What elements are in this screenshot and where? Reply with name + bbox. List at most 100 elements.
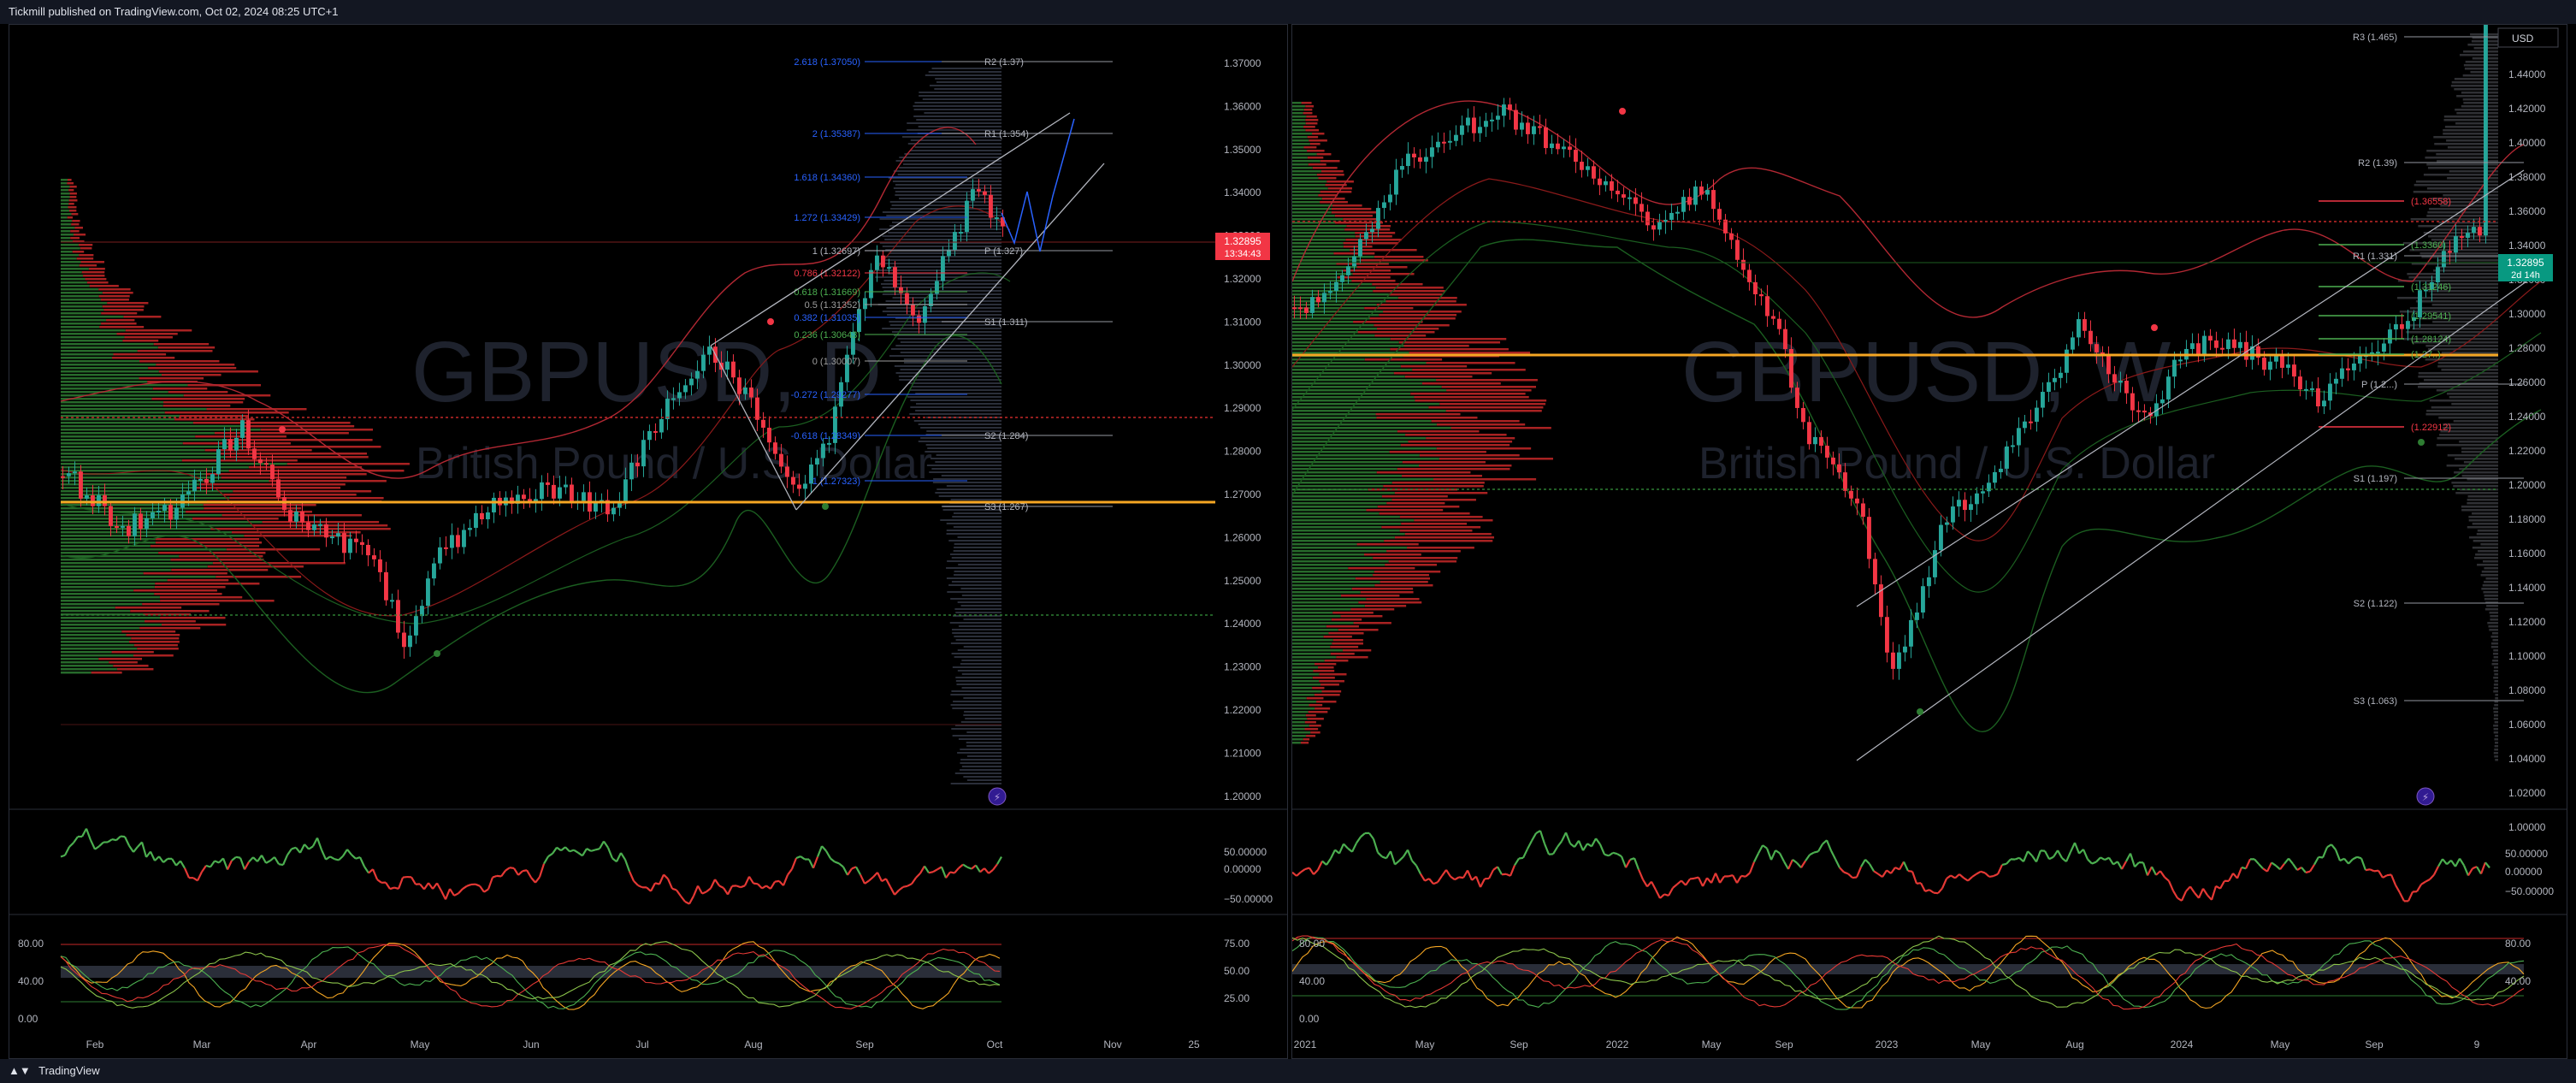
osc-segment [2416, 884, 2422, 892]
volume-bar [1426, 362, 1515, 364]
tradingview-logo-icon[interactable]: ▲▼ [9, 1059, 31, 1083]
osc-segment [376, 879, 382, 884]
volume-bar [78, 244, 93, 246]
volume-bar [929, 471, 1001, 473]
volume-bar [1386, 502, 1445, 505]
osc-segment [1954, 873, 1960, 879]
osc-segment [988, 869, 994, 874]
volume-bar [2461, 105, 2498, 108]
volume-bar [1380, 581, 1428, 583]
osc-segment [2484, 861, 2490, 869]
volume-bar [1292, 636, 1324, 638]
osc-segment [312, 837, 318, 847]
osc-segment [1522, 848, 1528, 859]
volume-bar [1292, 297, 1398, 299]
volume-bar [116, 333, 178, 335]
volume-bar [2485, 577, 2498, 580]
volume-bar [2464, 68, 2498, 70]
osc-segment [1732, 874, 1738, 884]
volume-bar [61, 627, 140, 630]
osc-segment [2035, 849, 2042, 862]
volume-bar [1292, 225, 1347, 228]
osc-segment [1368, 832, 1374, 840]
volume-bar [1419, 465, 1512, 467]
volume-bar [1415, 399, 1547, 402]
volume-bar [2483, 591, 2498, 594]
volume-bar [1292, 482, 1392, 484]
volume-bar [1292, 204, 1332, 207]
volume-bar [1292, 475, 1403, 477]
volume-bar [2487, 622, 2498, 624]
osc-segment [535, 876, 541, 884]
osc-segment [2343, 858, 2349, 865]
volume-bar [1292, 369, 1413, 371]
volume-bar [139, 377, 204, 380]
volume-bar [895, 345, 1001, 346]
candle-body [2310, 388, 2314, 390]
candle-body [1586, 166, 1590, 170]
volume-bar [1292, 393, 1411, 395]
osc-segment [158, 855, 164, 863]
volume-bar [949, 622, 1001, 624]
price-axis-tick: 1.26000 [1224, 531, 1261, 543]
volume-bar [61, 275, 84, 277]
right-price-axis[interactable]: 1.440001.420001.400001.380001.360001.340… [2508, 68, 2546, 833]
osc-segment [1403, 849, 1409, 857]
osc-segment [1317, 861, 1323, 871]
candle-body [2238, 341, 2242, 348]
candle-body [1939, 524, 1943, 551]
volume-bar [893, 170, 1001, 172]
volume-bar [1375, 413, 1461, 416]
left-chart-panel[interactable]: GBPUSD, D British Pound / U.S. Dollar 2.… [9, 24, 1288, 1059]
volume-bar [1292, 577, 1356, 580]
volume-bar [909, 413, 1001, 415]
osc-segment [351, 854, 357, 860]
right-chart-panel[interactable]: GBPUSD, W British Pound / U.S. Dollar R3… [1291, 24, 2567, 1059]
price-axis-tick: 1.18000 [2508, 513, 2546, 525]
osc-segment [1604, 853, 1610, 857]
left-time-axis[interactable]: Feb Mar Apr May Jun Jul Aug Sep Oct Nov 25 [86, 1039, 1200, 1050]
volume-bar [1373, 574, 1429, 577]
volume-bar [2493, 725, 2498, 727]
left-price-axis[interactable]: 1.370001.360001.350001.340001.330001.320… [1224, 57, 1261, 802]
volume-bar [957, 536, 1001, 538]
candle-body [1490, 119, 1494, 121]
volume-bar [1391, 482, 1485, 484]
volume-bar [1292, 413, 1376, 416]
candle-body [1592, 166, 1596, 179]
volume-bar [1330, 646, 1359, 648]
time-axis-tick: Jul [635, 1039, 648, 1050]
osc-segment [2070, 842, 2076, 853]
candle-body [653, 430, 658, 433]
candle-body [2346, 368, 2350, 370]
candle-body [923, 306, 927, 323]
volume-bar [1292, 564, 1385, 566]
volume-bar [966, 731, 1001, 733]
volume-bar [2473, 557, 2498, 559]
osc-segment [2399, 892, 2405, 902]
volume-bar [1318, 666, 1334, 669]
volume-bar [72, 220, 80, 222]
left-chart-svg[interactable]: GBPUSD, D British Pound / U.S. Dollar 2.… [9, 25, 1287, 1058]
candle-body [1634, 197, 1638, 204]
volume-bar [1292, 328, 1378, 330]
footer-brand[interactable]: TradingView [38, 1064, 100, 1077]
volume-bar [2449, 170, 2498, 173]
candle-body [677, 392, 682, 399]
right-time-axis[interactable]: 2021 May Sep 2022 May Sep 2023 May Aug 2024 May Sep… [1294, 1039, 2480, 1050]
volume-bar [231, 531, 361, 534]
volume-bar [2437, 365, 2498, 368]
volume-bar [2493, 714, 2498, 717]
candle-body [1562, 146, 1566, 150]
time-axis-tick: 9 [2474, 1039, 2480, 1050]
osc-segment [847, 867, 853, 876]
volume-bar [2472, 547, 2498, 549]
right-chart-svg[interactable]: GBPUSD, W British Pound / U.S. Dollar R3… [1292, 25, 2567, 1058]
volume-bar [1372, 283, 1423, 286]
volume-bar [960, 762, 1001, 764]
volume-bar [1381, 526, 1481, 529]
osc-segment [180, 860, 186, 869]
volume-bar [2461, 451, 2498, 453]
volume-bar [951, 728, 1001, 730]
volume-bar [152, 388, 208, 390]
